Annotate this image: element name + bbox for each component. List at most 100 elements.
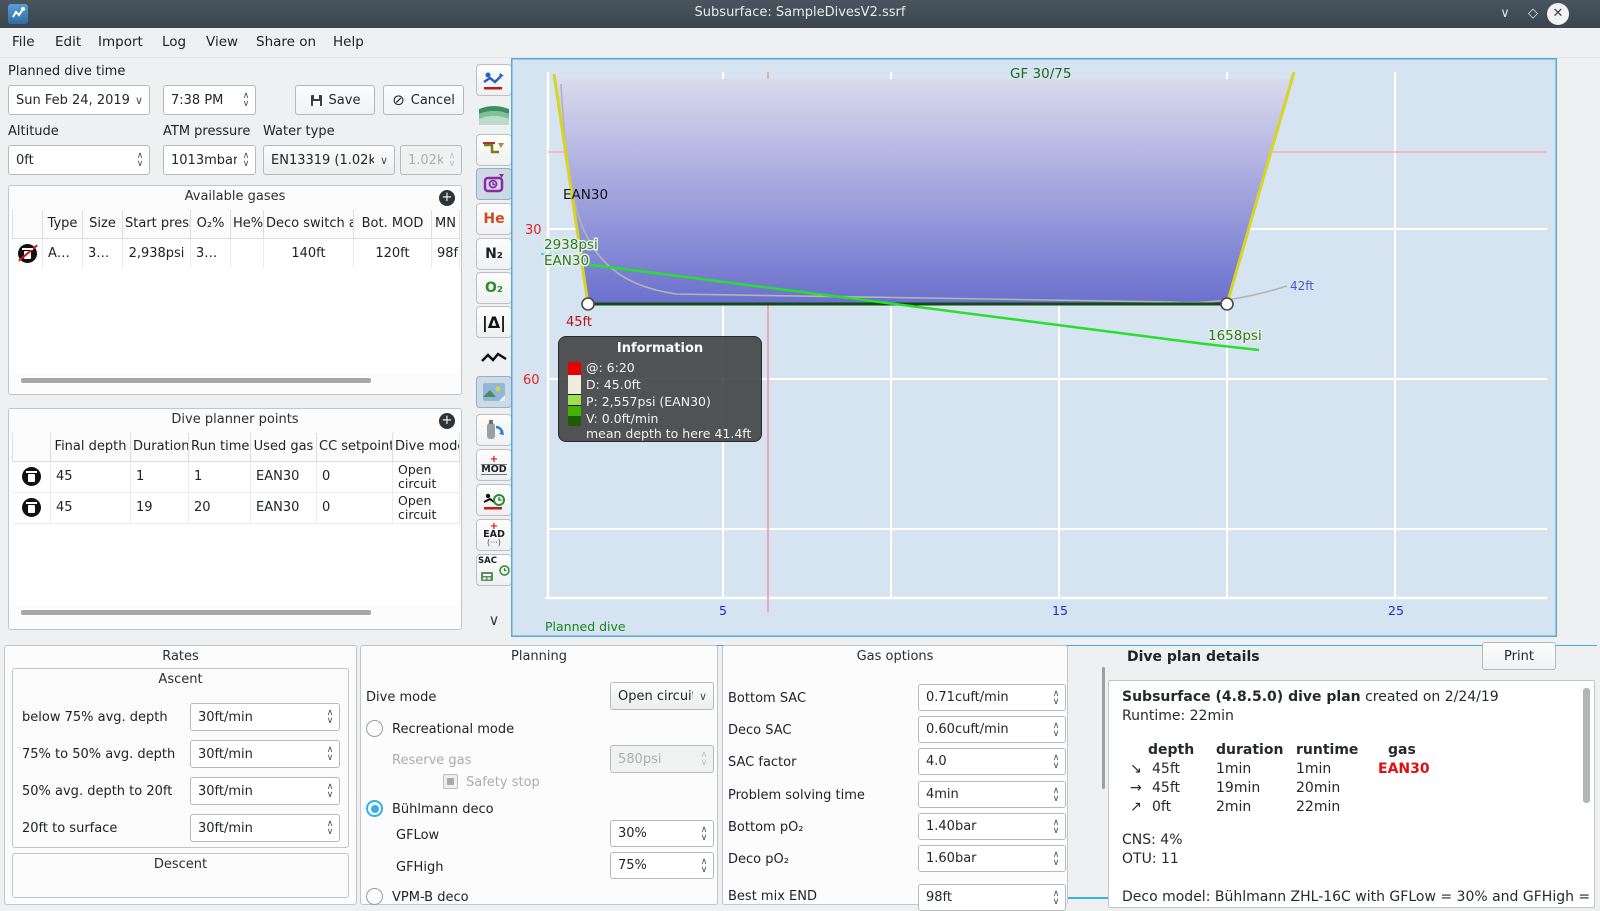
print-button[interactable]: Print xyxy=(1482,642,1556,670)
spinner-arrows-icon[interactable]: ∧ ∨ xyxy=(321,709,339,726)
gas-deco-switch[interactable]: 140ft xyxy=(263,238,354,269)
toolbar-waves-button[interactable] xyxy=(476,99,512,131)
atm-pressure-spinner[interactable]: 1013mbar ∧ ∨ xyxy=(163,145,256,175)
gas-mnd[interactable]: 98f xyxy=(431,238,460,269)
spinner-arrows-icon[interactable]: ∧ ∨ xyxy=(131,152,149,169)
col-duration[interactable]: Duration xyxy=(130,433,189,462)
toolbar-o2-button[interactable]: O₂ xyxy=(476,272,512,304)
col-start-press[interactable]: Start press xyxy=(122,210,191,239)
col-he[interactable]: He% xyxy=(230,210,264,239)
planner-point-row[interactable]: 45 1 1 EAN30 0 Open circuit xyxy=(12,461,460,493)
spinner-arrows-icon[interactable]: ∧ ∨ xyxy=(695,825,713,842)
point-depth[interactable]: 45 xyxy=(50,461,131,493)
menu-view[interactable]: View xyxy=(206,34,238,50)
col-run-time[interactable]: Run time xyxy=(188,433,251,462)
gas-he[interactable] xyxy=(230,238,264,269)
trash-icon[interactable] xyxy=(21,498,41,517)
sac-factor-spinner[interactable]: 4.0 ∧ ∨ xyxy=(918,748,1066,775)
toolbar-sac-button[interactable]: SAC xyxy=(476,554,512,586)
trash-icon[interactable] xyxy=(21,467,41,486)
point-runtime[interactable]: 20 xyxy=(188,492,251,524)
col-used-gas[interactable]: Used gas xyxy=(250,433,317,462)
rate-spinner[interactable]: 30ft/min ∧ ∨ xyxy=(190,814,340,842)
col-bot-mod[interactable]: Bot. MOD xyxy=(353,210,432,239)
spinner-arrows-icon[interactable]: ∧ ∨ xyxy=(237,152,255,169)
toolbar-n2-button[interactable]: N₂ xyxy=(476,238,512,270)
toolbar-tissue-button[interactable]: |Δ| xyxy=(476,306,512,338)
points-hscrollbar[interactable] xyxy=(21,610,371,615)
toolbar-photos-button[interactable] xyxy=(476,376,512,408)
point-duration[interactable]: 1 xyxy=(130,461,189,493)
toolbar-ead-button[interactable]: + EAD (···) xyxy=(476,519,512,551)
trash-icon[interactable] xyxy=(17,243,38,263)
delete-point-button[interactable] xyxy=(12,492,51,524)
col-deco-switch[interactable]: Deco switch at xyxy=(263,210,354,239)
water-type-select[interactable]: EN13319 (1.02k ∨ xyxy=(263,145,395,175)
spinner-arrows-icon[interactable]: ∧ ∨ xyxy=(1047,889,1065,906)
add-point-button[interactable]: + xyxy=(439,413,455,429)
gas-row[interactable]: A… 3… 2,938psi 3… 140ft 120ft 98f xyxy=(12,238,460,269)
minimize-button[interactable]: ∨ xyxy=(1494,3,1516,25)
menu-import[interactable]: Import xyxy=(98,34,143,50)
gas-type[interactable]: A… xyxy=(42,238,83,269)
delete-point-button[interactable] xyxy=(12,461,51,493)
close-button[interactable]: ✕ xyxy=(1547,3,1569,25)
spinner-arrows-icon[interactable]: ∧ ∨ xyxy=(237,92,255,109)
deco-sac-spinner[interactable]: 0.60cuft/min ∧ ∨ xyxy=(918,716,1066,743)
menu-help[interactable]: Help xyxy=(333,34,364,50)
rate-spinner[interactable]: 30ft/min ∧ ∨ xyxy=(190,777,340,805)
point-gas[interactable]: EAN30 xyxy=(250,492,317,524)
col-mnd[interactable]: MN xyxy=(431,210,460,239)
point-mode[interactable]: Open circuit xyxy=(392,461,460,493)
spinner-arrows-icon[interactable]: ∧ ∨ xyxy=(1047,850,1065,867)
gfhigh-spinner[interactable]: 75% ∧ ∨ xyxy=(610,852,714,879)
menu-file[interactable]: File xyxy=(12,34,35,50)
problem-solving-time-spinner[interactable]: 4min ∧ ∨ xyxy=(918,781,1066,808)
gas-size[interactable]: 3… xyxy=(82,238,123,269)
waypoint-handle[interactable] xyxy=(1220,297,1234,311)
toolbar-heartrate-button[interactable] xyxy=(476,342,512,374)
altitude-spinner[interactable]: 0ft ∧ ∨ xyxy=(8,145,150,175)
spinner-arrows-icon[interactable]: ∧ ∨ xyxy=(1047,689,1065,706)
dive-date-select[interactable]: Sun Feb 24, 2019 ∨ xyxy=(8,85,150,115)
bottom-po2-spinner[interactable]: 1.40bar ∧ ∨ xyxy=(918,813,1066,840)
save-button[interactable]: Save xyxy=(295,85,375,115)
spinner-arrows-icon[interactable]: ∧ ∨ xyxy=(1047,753,1065,770)
rate-spinner[interactable]: 30ft/min ∧ ∨ xyxy=(190,740,340,768)
gases-hscrollbar[interactable] xyxy=(21,378,371,383)
deco-po2-spinner[interactable]: 1.60bar ∧ ∨ xyxy=(918,845,1066,872)
col-cc-setpoint[interactable]: CC setpoint xyxy=(316,433,393,462)
spinner-arrows-icon[interactable]: ∧ ∨ xyxy=(321,820,339,837)
toolbar-he-button[interactable]: He xyxy=(476,203,512,235)
col-final-depth[interactable]: Final depth xyxy=(50,433,131,462)
recreational-mode-radio[interactable] xyxy=(366,720,383,737)
gas-bot-mod[interactable]: 120ft xyxy=(353,238,432,269)
gas-o2[interactable]: 3… xyxy=(190,238,231,269)
toolbar-ndl-button[interactable] xyxy=(476,484,512,516)
col-type[interactable]: Type xyxy=(42,210,83,239)
point-runtime[interactable]: 1 xyxy=(188,461,251,493)
spinner-arrows-icon[interactable]: ∧ ∨ xyxy=(695,857,713,874)
point-duration[interactable]: 19 xyxy=(130,492,189,524)
toolbar-gas-change-button[interactable] xyxy=(476,414,512,446)
maximize-button[interactable]: ◇ xyxy=(1522,3,1544,25)
cancel-button[interactable]: ⊘ Cancel xyxy=(383,85,464,115)
point-mode[interactable]: Open circuit xyxy=(392,492,460,524)
add-gas-button[interactable]: + xyxy=(439,190,455,206)
waypoint-handle[interactable] xyxy=(581,297,595,311)
buhlmann-deco-radio[interactable] xyxy=(366,800,383,817)
menu-share-on[interactable]: Share on xyxy=(256,34,316,50)
vpmb-deco-radio[interactable] xyxy=(366,888,383,905)
point-depth[interactable]: 45 xyxy=(50,492,131,524)
delete-gas-button[interactable] xyxy=(12,238,43,269)
menu-edit[interactable]: Edit xyxy=(55,34,81,50)
bottom-sac-spinner[interactable]: 0.71cuft/min ∧ ∨ xyxy=(918,684,1066,711)
safety-stop-checkbox[interactable] xyxy=(443,774,458,789)
toolbar-mod-button[interactable]: + MOD xyxy=(476,449,512,481)
spinner-arrows-icon[interactable]: ∧ ∨ xyxy=(321,746,339,763)
best-mix-end-spinner[interactable]: 98ft ∧ ∨ xyxy=(918,884,1066,911)
col-size[interactable]: Size xyxy=(82,210,123,239)
menu-log[interactable]: Log xyxy=(162,34,186,50)
point-gas[interactable]: EAN30 xyxy=(250,461,317,493)
plan-vscrollbar[interactable] xyxy=(1583,688,1590,803)
